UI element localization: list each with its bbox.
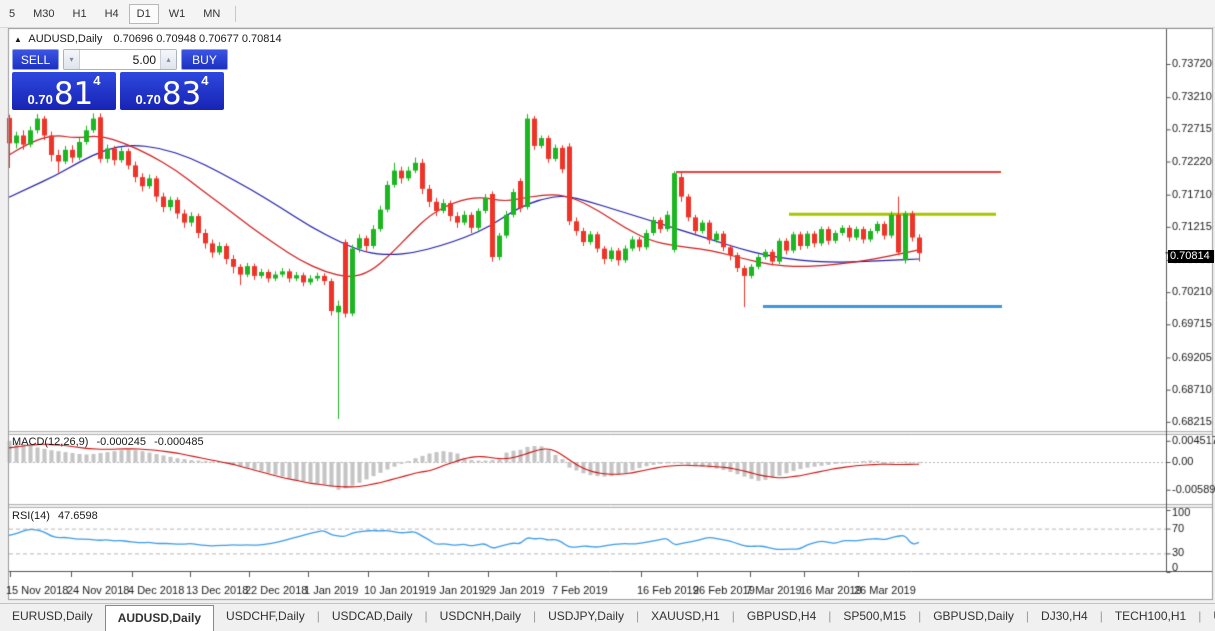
sell-price-pip: 4 <box>93 73 101 88</box>
buy-price-pip: 4 <box>201 73 209 88</box>
chart-tab-eurusd-daily[interactable]: EURUSD,Daily <box>0 604 105 631</box>
volume-input[interactable] <box>80 50 160 69</box>
volume-field: ▾ ▴ <box>63 49 177 70</box>
sell-price-digits: 81 <box>53 76 94 112</box>
timeframe-button-d1[interactable]: D1 <box>128 3 159 24</box>
chart-title: ▲ AUDUSD,Daily 0.70696 0.70948 0.70677 0… <box>14 33 282 45</box>
macd-main-value: -0.000245 <box>96 436 147 448</box>
sell-price-tile[interactable]: 0.70 81 4 <box>12 72 116 110</box>
one-click-trading-panel: SELL ▾ ▴ BUY 0.70 81 4 0.70 83 4 <box>12 49 228 110</box>
macd-signal-value: -0.000485 <box>154 436 204 448</box>
macd-name: MACD(12,26,9) <box>12 436 89 448</box>
chart-symbol-label: AUDUSD,Daily <box>28 33 103 45</box>
chart-tab-gbpusd-h4[interactable]: GBPUSD,H4 <box>735 604 828 631</box>
rsi-value: 47.6598 <box>57 510 98 522</box>
buy-button[interactable]: BUY <box>181 49 228 70</box>
chart-ohlc-values: 0.70696 0.70948 0.70677 0.70814 <box>113 33 282 45</box>
buy-price-digits: 83 <box>161 76 202 112</box>
chart-tab-ui[interactable]: UI <box>1201 604 1215 631</box>
chart-tab-sp500-m15[interactable]: SP500,M15 <box>831 604 918 631</box>
chart-tab-bar: EURUSD,Daily AUDUSD,Daily USDCHF,Daily | USD… <box>0 603 1215 631</box>
chart-tab-usdcad-daily[interactable]: USDCAD,Daily <box>320 604 425 631</box>
volume-down-icon[interactable]: ▾ <box>64 50 80 69</box>
sell-price-prefix: 0.70 <box>27 92 53 107</box>
chart-tab-usdchf-daily[interactable]: USDCHF,Daily <box>214 604 317 631</box>
rsi-label: RSI(14) 47.6598 <box>12 510 98 522</box>
timeframe-button-h1[interactable]: H1 <box>65 4 95 24</box>
buy-price-tile[interactable]: 0.70 83 4 <box>120 72 224 110</box>
timeframe-button-5[interactable]: 5 <box>1 4 23 24</box>
chart-tab-audusd-daily[interactable]: AUDUSD,Daily <box>104 605 215 631</box>
sell-button[interactable]: SELL <box>12 49 59 70</box>
timeframe-button-m30[interactable]: M30 <box>25 4 62 24</box>
rsi-name: RSI(14) <box>12 510 50 522</box>
window-collapse-icon: ▲ <box>14 35 22 44</box>
buy-price-prefix: 0.70 <box>135 92 161 107</box>
chart-tab-tech100-h1[interactable]: TECH100,H1 <box>1103 604 1198 631</box>
timeframe-button-h4[interactable]: H4 <box>97 4 127 24</box>
volume-up-icon[interactable]: ▴ <box>160 50 176 69</box>
chart-tab-dj30-h4[interactable]: DJ30,H4 <box>1029 604 1100 631</box>
timeframe-toolbar: 5 M30 H1 H4 D1 W1 MN <box>0 0 1215 28</box>
chart-tab-usdjpy-daily[interactable]: USDJPY,Daily <box>536 604 636 631</box>
timeframe-button-mn[interactable]: MN <box>195 4 228 24</box>
chart-tab-usdcnh-daily[interactable]: USDCNH,Daily <box>428 604 533 631</box>
chart-tab-xauusd-h1[interactable]: XAUUSD,H1 <box>639 604 732 631</box>
chart-tab-gbpusd-daily[interactable]: GBPUSD,Daily <box>921 604 1026 631</box>
macd-label: MACD(12,26,9) -0.000245 -0.000485 <box>12 436 204 448</box>
timeframe-button-w1[interactable]: W1 <box>161 4 194 24</box>
current-price-badge: 0.70814 <box>1168 250 1214 263</box>
toolbar-separator <box>235 5 237 22</box>
